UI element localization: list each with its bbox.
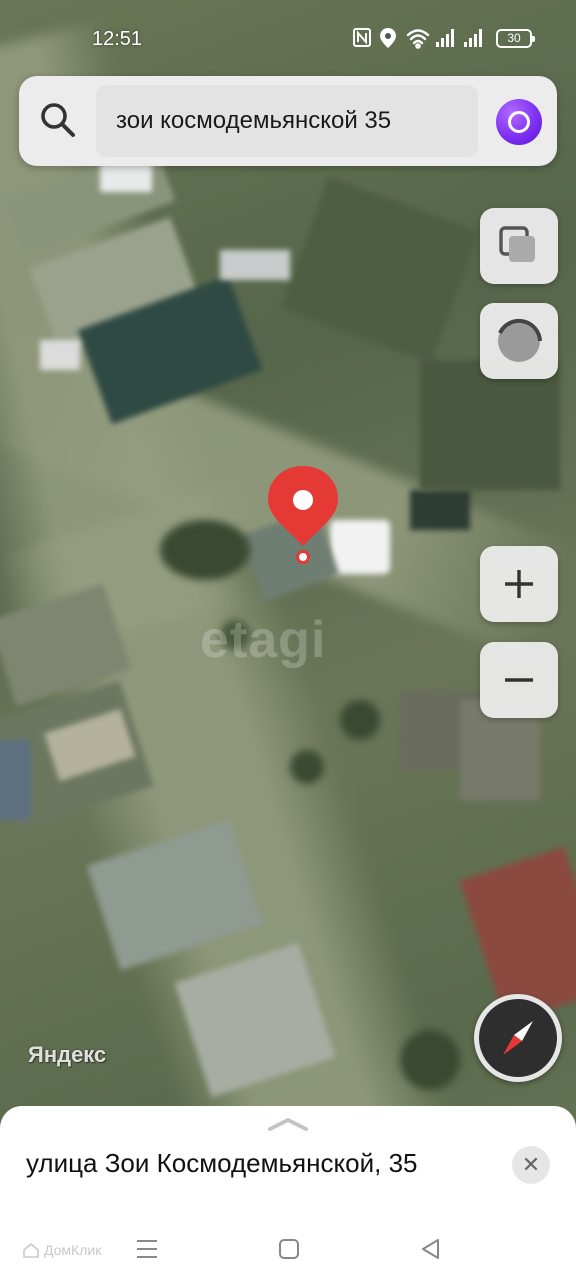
status-time: 12:51 bbox=[92, 28, 143, 50]
signal-icon bbox=[436, 29, 454, 47]
wifi-icon bbox=[406, 29, 430, 49]
zoom-in-icon bbox=[505, 570, 533, 598]
location-point bbox=[296, 550, 310, 564]
menu-icon[interactable] bbox=[130, 1232, 164, 1266]
place-address: улица Зои Космодемьянской, 35 bbox=[26, 1148, 418, 1178]
compass-button[interactable] bbox=[474, 994, 562, 1082]
navigation-bar bbox=[0, 1214, 576, 1280]
status-bar: 12:51 30 bbox=[0, 0, 576, 70]
nfc-icon bbox=[353, 28, 371, 47]
signal-icon bbox=[464, 29, 482, 47]
alice-icon[interactable] bbox=[496, 99, 542, 145]
location-icon bbox=[380, 28, 396, 48]
zoom-out-icon bbox=[505, 678, 533, 682]
search-icon[interactable] bbox=[38, 100, 78, 140]
close-button[interactable]: ✕ bbox=[512, 1146, 550, 1184]
status-icons bbox=[353, 28, 482, 49]
search-input[interactable]: зои космодемьянской 35 bbox=[96, 85, 478, 157]
location-pin-icon[interactable] bbox=[266, 464, 340, 548]
zoom-out-button[interactable] bbox=[480, 642, 558, 718]
layers-icon bbox=[499, 226, 535, 262]
yandex-logo: Яндекс bbox=[28, 1042, 107, 1067]
layers-button[interactable] bbox=[480, 208, 558, 284]
satellite-map[interactable]: etagi Яндекс bbox=[0, 0, 576, 1280]
zoom-in-button[interactable] bbox=[480, 546, 558, 622]
sheet-handle-icon[interactable] bbox=[268, 1116, 308, 1132]
home-icon[interactable] bbox=[272, 1232, 306, 1266]
compass-icon bbox=[503, 1021, 533, 1055]
back-icon[interactable] bbox=[414, 1232, 448, 1266]
map-watermark: etagi bbox=[200, 611, 327, 669]
route-button[interactable] bbox=[480, 303, 558, 379]
battery-icon: 30 bbox=[496, 29, 535, 48]
route-icon bbox=[498, 318, 542, 362]
